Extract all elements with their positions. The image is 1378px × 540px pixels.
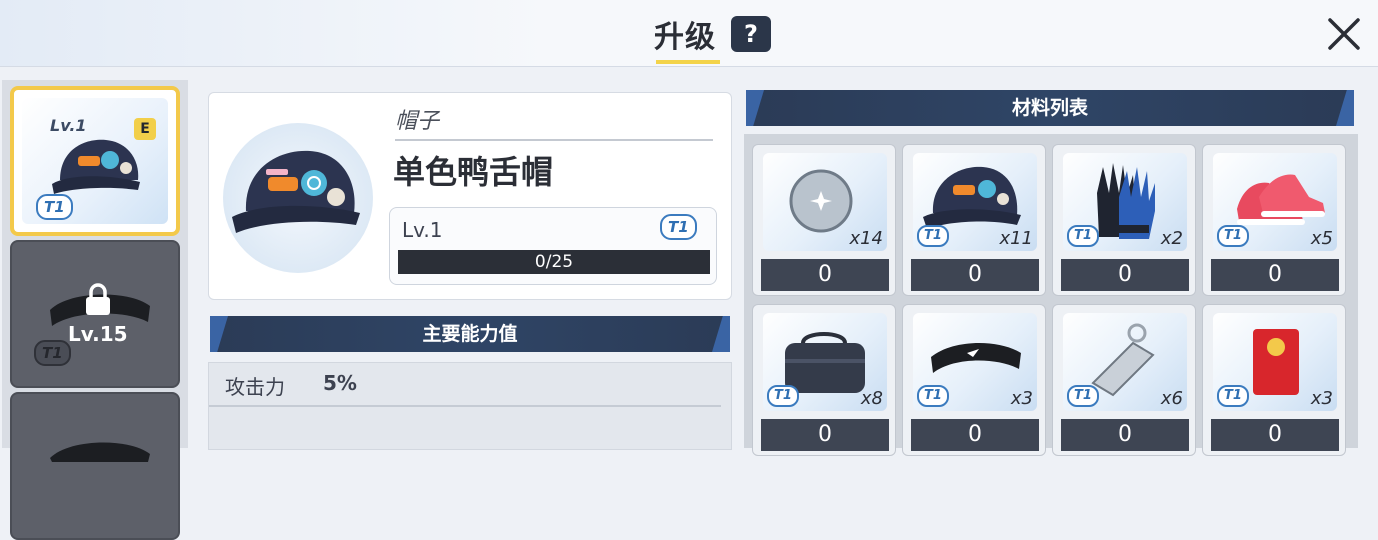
- material-card[interactable]: x14 0: [752, 144, 896, 296]
- material-count: x11: [999, 228, 1033, 249]
- material-thumb: T1 x6: [1063, 313, 1187, 411]
- material-amount: 0: [761, 419, 889, 451]
- material-card[interactable]: T1 x2 0: [1052, 144, 1196, 296]
- lock-icon: [86, 283, 110, 315]
- material-amount: 0: [1061, 419, 1189, 451]
- item-name: 单色鸭舌帽: [393, 153, 554, 191]
- tier-badge: T1: [917, 225, 949, 247]
- material-card[interactable]: T1 x5 0: [1202, 144, 1346, 296]
- stats-panel: 攻击力 5%: [208, 362, 732, 450]
- header-bar: 升级 ?: [0, 0, 1378, 67]
- equipment-slot-locked-2[interactable]: [10, 392, 180, 540]
- item-level: Lv.1: [402, 218, 443, 242]
- stat-value: 5%: [323, 371, 357, 395]
- exp-progress-bar: 0/25: [398, 250, 710, 274]
- equipment-slot-locked[interactable]: Lv.15 T1: [10, 240, 180, 388]
- equipment-slot-selected[interactable]: Lv.1 E T1: [10, 86, 180, 236]
- tier-badge: T1: [660, 214, 697, 240]
- material-thumb: T1 x5: [1213, 153, 1337, 251]
- stat-row: 攻击力 5%: [209, 363, 721, 407]
- item-image: [223, 123, 373, 273]
- tier-badge: T1: [1217, 385, 1249, 407]
- material-thumb: T1 x3: [1213, 313, 1337, 411]
- material-amount: 0: [1211, 259, 1339, 291]
- materials-section-header: 材料列表: [746, 90, 1354, 126]
- material-card[interactable]: T1 x3 0: [902, 304, 1046, 456]
- title-underline: [656, 60, 720, 64]
- item-category: 帽子: [395, 109, 440, 134]
- slot-level-label: Lv.15: [68, 322, 128, 346]
- material-thumb: T1 x3: [913, 313, 1037, 411]
- material-amount: 0: [1211, 419, 1339, 451]
- page-title: 升级: [654, 20, 716, 55]
- divider: [395, 139, 713, 141]
- tier-badge: T1: [36, 194, 73, 220]
- close-icon: [1328, 18, 1360, 50]
- material-count: x14: [849, 228, 883, 249]
- material-amount: 0: [761, 259, 889, 291]
- material-amount: 0: [911, 419, 1039, 451]
- tier-badge: T1: [1217, 225, 1249, 247]
- material-count: x2: [1160, 228, 1183, 249]
- material-thumb: T1 x8: [763, 313, 887, 411]
- tier-badge: T1: [1067, 385, 1099, 407]
- material-amount: 0: [911, 259, 1039, 291]
- material-card[interactable]: T1 x11 0: [902, 144, 1046, 296]
- stat-label: 攻击力: [225, 375, 285, 399]
- tier-badge: T1: [917, 385, 949, 407]
- materials-section-title: 材料列表: [1011, 97, 1088, 119]
- tier-badge: T1: [34, 340, 71, 366]
- stats-section-header: 主要能力值: [210, 316, 730, 352]
- slot-level-label: Lv.1: [50, 116, 87, 135]
- headband-icon: [50, 442, 150, 462]
- material-count: x8: [860, 388, 883, 409]
- exp-progress-text: 0/25: [534, 252, 574, 272]
- cap-icon: [232, 150, 360, 233]
- help-button[interactable]: ?: [731, 16, 771, 52]
- material-card[interactable]: T1 x3 0: [1202, 304, 1346, 456]
- close-button[interactable]: [1322, 12, 1366, 56]
- material-card[interactable]: T1 x8 0: [752, 304, 896, 456]
- tier-badge: T1: [1067, 225, 1099, 247]
- material-thumb: T1 x11: [913, 153, 1037, 251]
- material-count: x3: [1010, 388, 1033, 409]
- stats-section-title: 主要能力值: [422, 323, 518, 345]
- material-thumb: x14: [763, 153, 887, 251]
- material-count: x5: [1310, 228, 1333, 249]
- material-thumb: T1 x2: [1063, 153, 1187, 251]
- material-card[interactable]: T1 x6 0: [1052, 304, 1196, 456]
- tier-badge: T1: [767, 385, 799, 407]
- materials-grid: x14 0 T1 x11 0 T1 x2 0 T1 x5 0 T1 x8 0 T…: [744, 134, 1358, 456]
- material-count: x6: [1160, 388, 1183, 409]
- level-box: Lv.1 T1 0/25: [389, 207, 717, 285]
- material-amount: 0: [1061, 259, 1189, 291]
- equipment-list: Lv.1 E T1 Lv.15 T1: [2, 80, 188, 540]
- material-count: x3: [1310, 388, 1333, 409]
- item-info-card: 帽子 单色鸭舌帽 Lv.1 T1 0/25: [208, 92, 732, 300]
